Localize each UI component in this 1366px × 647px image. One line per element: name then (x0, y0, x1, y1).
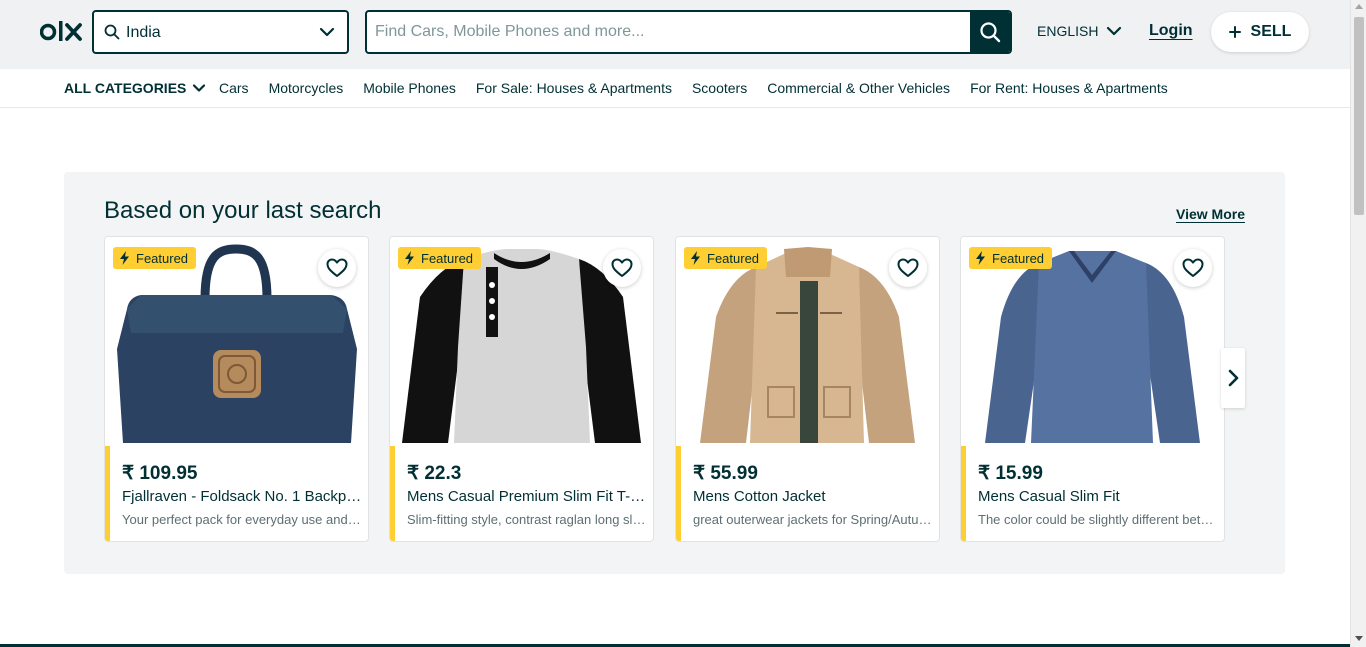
favorite-button[interactable] (318, 249, 356, 287)
listing-description: Your perfect pack for everyday use and w… (122, 512, 362, 527)
featured-label: Featured (136, 250, 189, 266)
category-links: Cars Motorcycles Mobile Phones For Sale:… (219, 80, 1168, 96)
listing-price: ₹ 22.3 (407, 463, 462, 484)
scroll-thumb[interactable] (1354, 17, 1364, 215)
listing-info: ₹ 55.99 Mens Cotton Jacket great outerwe… (676, 446, 939, 541)
category-bar: ALL CATEGORIES Cars Motorcycles Mobile P… (0, 66, 1350, 108)
all-categories-label: ALL CATEGORIES (64, 80, 187, 96)
location-selector[interactable]: India (92, 10, 349, 54)
category-link-mobile-phones[interactable]: Mobile Phones (363, 80, 456, 96)
recommendations-section: Based on your last search View More Feat… (64, 172, 1285, 574)
login-link[interactable]: Login (1149, 22, 1193, 40)
featured-label: Featured (707, 250, 760, 266)
featured-badge: Featured (684, 247, 768, 269)
listing-title: Mens Casual Slim Fit (978, 488, 1120, 505)
sell-button[interactable]: SELL (1211, 12, 1309, 52)
chevron-right-icon (1228, 369, 1239, 387)
search-bar (365, 10, 1012, 54)
favorite-button[interactable] (889, 249, 927, 287)
listing-title: Mens Cotton Jacket (693, 488, 826, 505)
listing-title: Fjallraven - Foldsack No. 1 Backpack, Fi… (122, 488, 362, 505)
listing-card[interactable]: Featured ₹ 15.99 Mens Casual Slim Fit Th… (960, 236, 1225, 542)
featured-badge: Featured (113, 247, 197, 269)
featured-badge: Featured (969, 247, 1053, 269)
plus-icon (1228, 26, 1241, 38)
listing-info: ₹ 109.95 Fjallraven - Foldsack No. 1 Bac… (105, 446, 368, 541)
favorite-button[interactable] (1174, 249, 1212, 287)
listing-info: ₹ 15.99 Mens Casual Slim Fit The color c… (961, 446, 1224, 541)
category-link-houses-sale[interactable]: For Sale: Houses & Apartments (476, 80, 672, 96)
language-label: ENGLISH (1037, 23, 1099, 39)
scroll-down-arrow[interactable] (1355, 636, 1363, 641)
all-categories-dropdown[interactable]: ALL CATEGORIES (64, 80, 206, 96)
scroll-up-arrow[interactable] (1355, 4, 1363, 9)
heart-icon (611, 258, 633, 277)
category-link-commercial-vehicles[interactable]: Commercial & Other Vehicles (767, 80, 950, 96)
listing-description: Slim-fitting style, contrast raglan long… (407, 512, 647, 527)
search-input[interactable] (367, 12, 967, 52)
category-link-cars[interactable]: Cars (219, 80, 249, 96)
listing-info: ₹ 22.3 Mens Casual Premium Slim Fit T-Sh… (390, 446, 653, 541)
top-header: India ENGLISH Login SELL (0, 0, 1350, 66)
heart-icon (1182, 258, 1204, 277)
featured-label: Featured (421, 250, 474, 266)
section-title: Based on your last search (104, 197, 382, 224)
chevron-down-icon (1107, 26, 1122, 36)
featured-badge: Featured (398, 247, 482, 269)
lightning-icon (120, 251, 129, 265)
search-icon (104, 24, 120, 40)
listing-price: ₹ 109.95 (122, 463, 198, 484)
lightning-icon (405, 251, 414, 265)
listing-description: great outerwear jackets for Spring/Autum… (693, 512, 933, 527)
search-icon (980, 22, 1001, 43)
listing-title: Mens Casual Premium Slim Fit T-Shirts (407, 488, 647, 505)
category-link-motorcycles[interactable]: Motorcycles (269, 80, 344, 96)
lightning-icon (691, 251, 700, 265)
language-selector[interactable]: ENGLISH (1037, 23, 1122, 39)
category-link-scooters[interactable]: Scooters (692, 80, 747, 96)
sell-label: SELL (1250, 23, 1292, 40)
olx-logo[interactable] (40, 18, 86, 46)
search-button[interactable] (970, 12, 1010, 52)
listing-description: The color could be slightly different be… (978, 512, 1218, 527)
vertical-scrollbar[interactable] (1350, 0, 1366, 647)
favorite-button[interactable] (603, 249, 641, 287)
listing-card[interactable]: Featured ₹ 109.95 Fjallraven - Foldsack … (104, 236, 369, 542)
category-link-houses-rent[interactable]: For Rent: Houses & Apartments (970, 80, 1168, 96)
view-more-link[interactable]: View More (1176, 206, 1245, 222)
location-value: India (126, 24, 161, 41)
listing-price: ₹ 15.99 (978, 463, 1043, 484)
chevron-down-icon[interactable] (319, 24, 335, 40)
carousel-next-button[interactable] (1221, 348, 1245, 408)
listing-card[interactable]: Featured ₹ 22.3 Mens Casual Premium Slim… (389, 236, 654, 542)
lightning-icon (976, 251, 985, 265)
featured-label: Featured (992, 250, 1045, 266)
heart-icon (897, 258, 919, 277)
listing-price: ₹ 55.99 (693, 463, 758, 484)
heart-icon (326, 258, 348, 277)
chevron-down-icon (193, 84, 206, 92)
listing-card[interactable]: Featured ₹ 55.99 Mens Cotton Jacket grea… (675, 236, 940, 542)
